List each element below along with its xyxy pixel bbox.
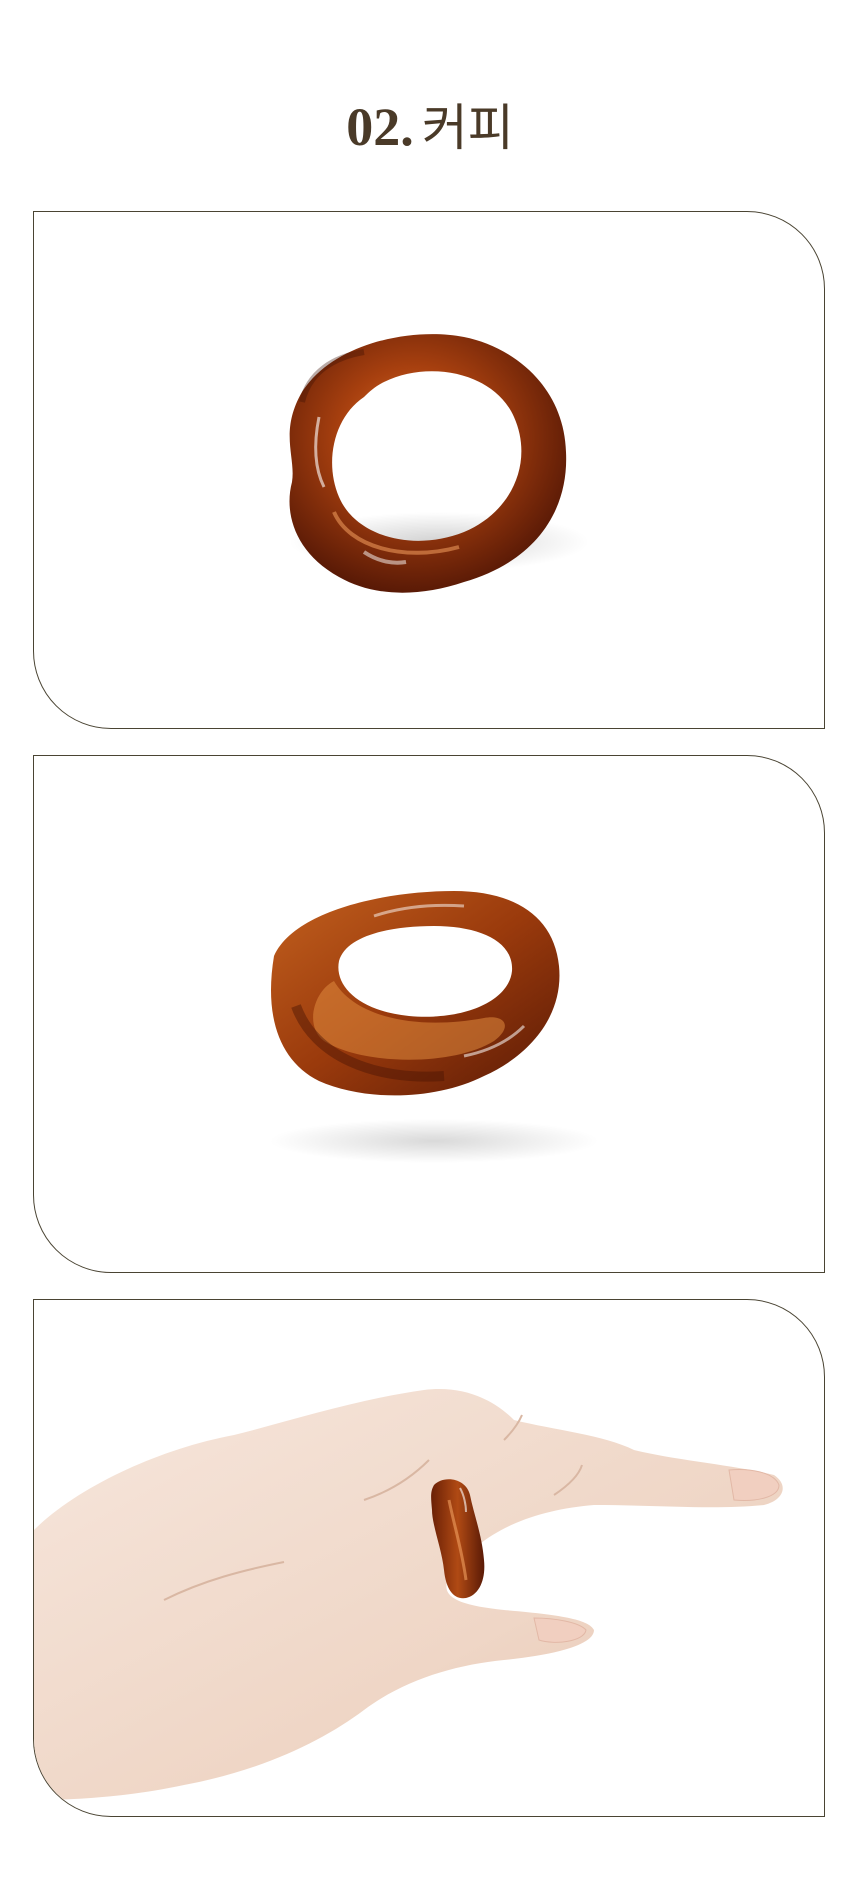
section-title: 02. 커피 (0, 92, 860, 162)
product-photo-frame-3 (33, 1299, 825, 1817)
section-number: 02. (346, 97, 414, 157)
ring-angled-view-image (269, 891, 599, 1163)
product-photo-frame-1 (33, 211, 825, 729)
ring-top-view-image (289, 334, 589, 593)
product-photo-frame-2 (33, 755, 825, 1273)
ring-worn-on-hand-image (34, 1389, 783, 1800)
section-color-name: 커피 (421, 99, 514, 157)
